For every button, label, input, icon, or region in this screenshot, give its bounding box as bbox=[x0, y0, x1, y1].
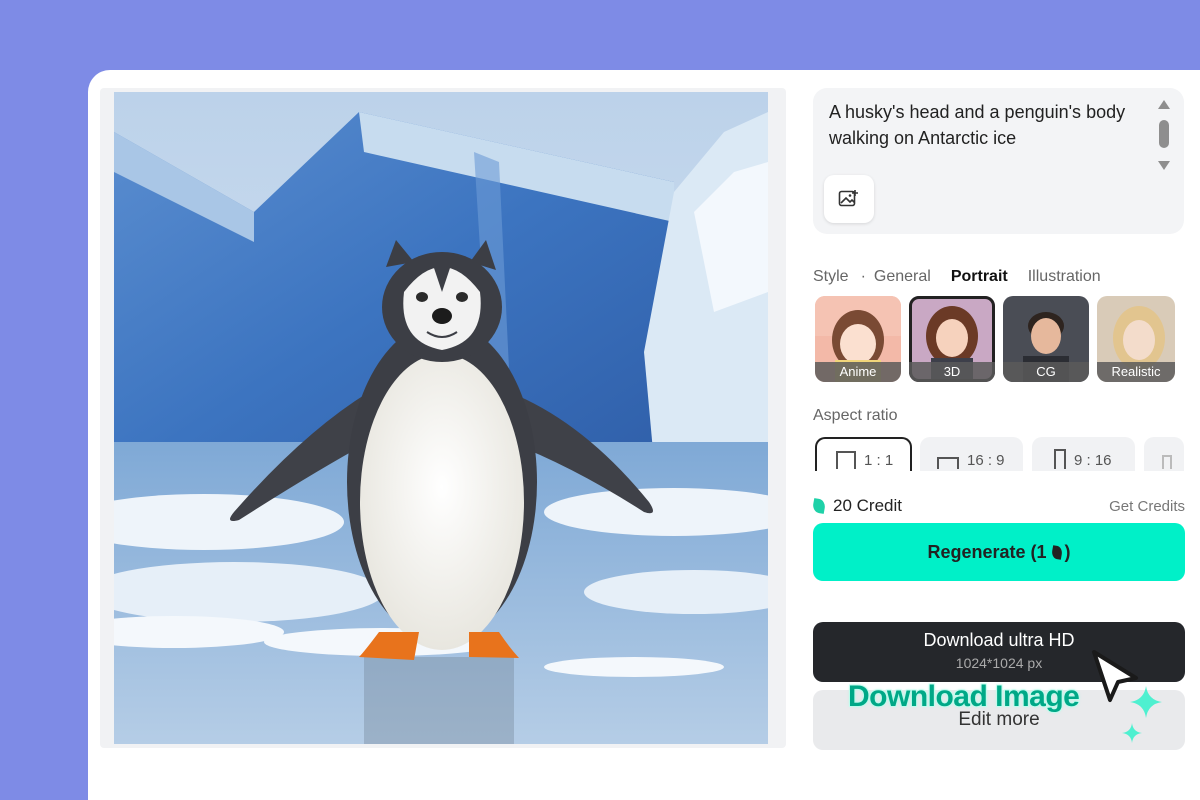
ratio-16-9[interactable]: 16 : 9 bbox=[920, 437, 1023, 471]
tab-general[interactable]: General bbox=[874, 268, 931, 286]
ratio-label: 16 : 9 bbox=[967, 452, 1005, 469]
tab-portrait[interactable]: Portrait bbox=[951, 268, 1008, 286]
style-option-label: 3D bbox=[909, 362, 995, 382]
tab-illustration[interactable]: Illustration bbox=[1028, 268, 1101, 286]
scroll-down-icon[interactable] bbox=[1158, 161, 1170, 170]
square-icon bbox=[836, 451, 856, 469]
ratio-label: 1 : 1 bbox=[864, 452, 894, 469]
generated-image bbox=[114, 92, 768, 744]
get-credits-link[interactable]: Get Credits bbox=[1109, 498, 1185, 515]
scroll-thumb[interactable] bbox=[1159, 120, 1169, 148]
sparkle-icon bbox=[1130, 686, 1162, 718]
credit-leaf-icon bbox=[811, 498, 827, 514]
image-add-icon bbox=[838, 190, 858, 207]
regenerate-label: Regenerate (1 bbox=[927, 541, 1047, 562]
style-option-label: Realistic bbox=[1097, 362, 1175, 382]
credit-row: 20 Credit Get Credits bbox=[811, 496, 1185, 518]
credit-balance: 20 Credit bbox=[811, 496, 902, 516]
portrait-icon bbox=[1054, 449, 1066, 469]
prompt-text[interactable]: A husky's head and a penguin's body walk… bbox=[829, 99, 1129, 151]
sparkle-small-icon bbox=[1122, 723, 1142, 743]
credit-leaf-icon bbox=[1050, 544, 1063, 560]
regenerate-suffix: ) bbox=[1064, 541, 1071, 562]
style-option-anime[interactable]: Anime bbox=[815, 296, 901, 382]
style-option-cg[interactable]: CG bbox=[1003, 296, 1089, 382]
download-image-caption: Download Image bbox=[847, 679, 1081, 714]
style-tabs: Style · General Portrait Illustration bbox=[813, 266, 1121, 288]
separator-dot: · bbox=[860, 268, 866, 285]
ratio-label: 9 : 16 bbox=[1074, 452, 1112, 469]
aspect-ratio-label: Aspect ratio bbox=[813, 407, 898, 424]
style-option-3d[interactable]: 3D bbox=[909, 296, 995, 382]
ratio-more-icon bbox=[1162, 455, 1172, 469]
style-option-label: CG bbox=[1003, 362, 1089, 382]
scroll-up-icon[interactable] bbox=[1158, 100, 1170, 109]
style-option-realistic[interactable]: Realistic bbox=[1097, 296, 1175, 382]
ratio-9-16[interactable]: 9 : 16 bbox=[1032, 437, 1135, 471]
style-label: Style bbox=[813, 268, 849, 285]
regenerate-button[interactable]: Regenerate (1 ) bbox=[813, 523, 1185, 581]
credit-balance-text: 20 Credit bbox=[833, 496, 902, 515]
prompt-scrollbar[interactable] bbox=[1156, 100, 1172, 170]
ratio-more[interactable] bbox=[1144, 437, 1184, 471]
image-reference-button[interactable] bbox=[824, 175, 874, 223]
style-option-label: Anime bbox=[815, 362, 901, 382]
ratio-1-1[interactable]: 1 : 1 bbox=[815, 437, 912, 471]
landscape-icon bbox=[937, 457, 959, 469]
